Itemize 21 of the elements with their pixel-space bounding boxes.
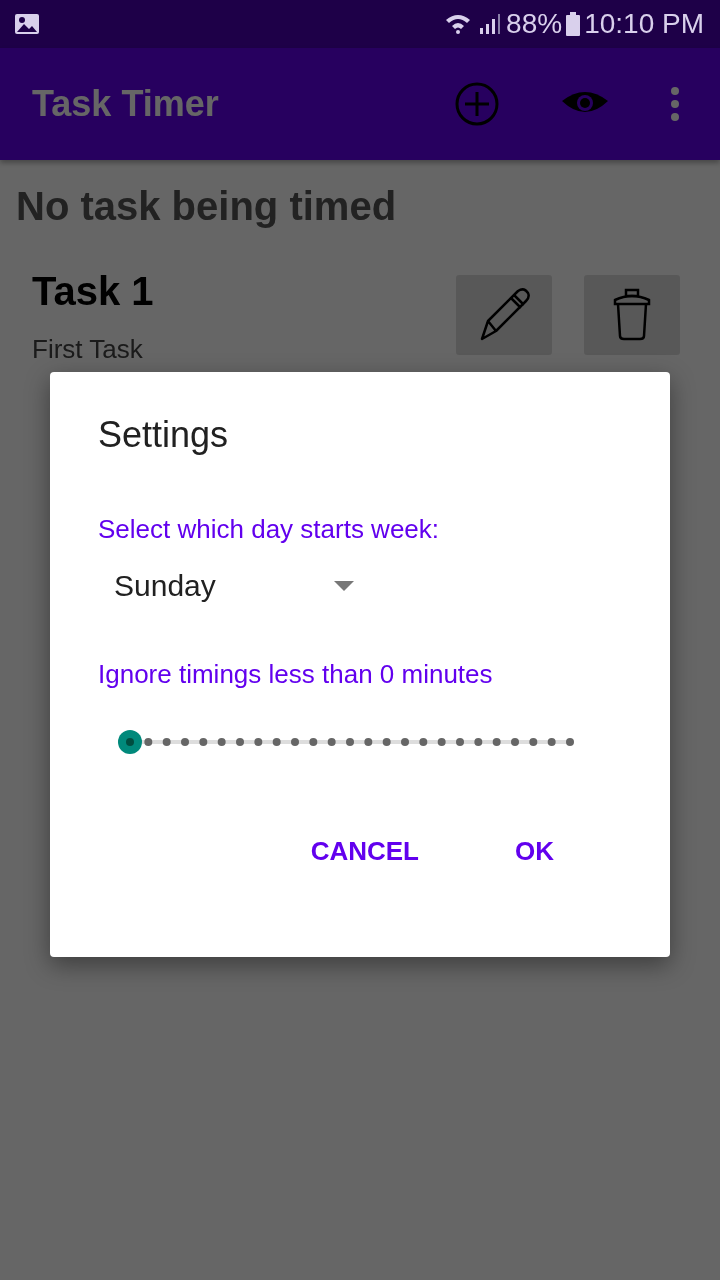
cancel-button[interactable]: CANCEL bbox=[302, 832, 427, 871]
ok-button[interactable]: OK bbox=[507, 832, 562, 871]
edit-button[interactable] bbox=[456, 275, 552, 355]
dialog-title: Settings bbox=[98, 414, 230, 456]
dropdown-arrow-icon bbox=[334, 581, 354, 591]
battery-icon bbox=[566, 12, 581, 36]
image-icon bbox=[14, 13, 40, 35]
slider-thumb[interactable] bbox=[118, 730, 142, 754]
ignore-timings-label: Ignore timings less than 0 minutes bbox=[98, 659, 494, 690]
clock: 10:10 PM bbox=[584, 8, 704, 40]
task-name: Task 1 bbox=[32, 269, 155, 314]
signal-icon bbox=[478, 12, 503, 36]
delete-button[interactable] bbox=[584, 275, 680, 355]
week-start-label: Select which day starts week: bbox=[98, 514, 441, 545]
app-title: Task Timer bbox=[32, 83, 219, 125]
current-task-heading: No task being timed bbox=[16, 184, 398, 229]
week-start-dropdown[interactable]: Sunday bbox=[114, 569, 366, 603]
trash-icon bbox=[612, 288, 652, 342]
more-menu-icon[interactable] bbox=[670, 87, 680, 121]
task-description: First Task bbox=[32, 334, 144, 365]
battery-percent: 88% bbox=[506, 8, 563, 40]
